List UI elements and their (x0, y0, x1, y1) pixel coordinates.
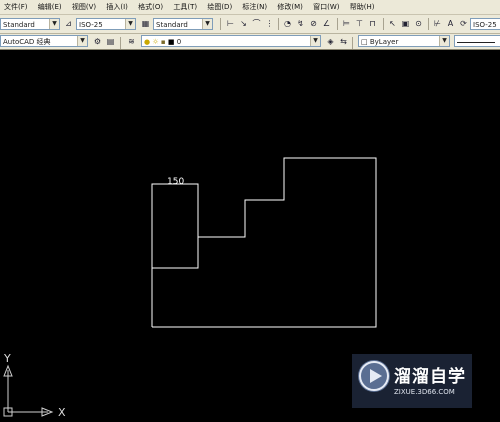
quick-dimension-icon[interactable]: ⊨ (341, 18, 352, 29)
layer-name: 0 (176, 38, 182, 46)
menu-bar: 文件(F) 编辑(E) 视图(V) 插入(I) 格式(O) 工具(T) 绘图(D… (0, 0, 500, 15)
color-swatch-icon: ■ (167, 38, 175, 46)
dim-style-combo-right[interactable]: ISO-25 (470, 18, 500, 30)
ucs-x-label: X (58, 406, 66, 419)
workspace-value: AutoCAD 经典 (3, 38, 51, 46)
toolbar-separator (337, 18, 338, 30)
radius-dimension-icon[interactable]: ◔ (282, 18, 293, 29)
save-workspace-icon[interactable]: ▤ (105, 36, 116, 47)
chevron-down-icon[interactable]: ▼ (310, 36, 320, 46)
toolbar-separator (220, 18, 221, 30)
table-style-value: Standard (156, 21, 188, 29)
text-style-combo[interactable]: Standard ▼ (0, 18, 60, 30)
continue-dimension-icon[interactable]: ⊓ (367, 18, 378, 29)
workspace-combo[interactable]: AutoCAD 经典 ▼ (0, 35, 88, 47)
dimension-text[interactable]: 150 (167, 177, 184, 187)
menu-file[interactable]: 文件(F) (0, 0, 32, 14)
menu-tools[interactable]: 工具(T) (169, 0, 201, 14)
dimension-edit-icon[interactable]: ⊬ (432, 18, 443, 29)
layer-previous-icon[interactable]: ⇆ (338, 36, 349, 47)
stepped-profile[interactable] (152, 157, 377, 328)
baseline-dimension-icon[interactable]: ⊤ (354, 18, 365, 29)
sun-icon: ☼ (152, 38, 159, 46)
dimension-style-icon[interactable]: ⊿ (63, 18, 74, 29)
menu-dimension[interactable]: 标注(N) (238, 0, 271, 14)
workspace-settings-icon[interactable]: ⚙ (92, 36, 103, 47)
watermark: 溜溜自学 ZIXUE.3D66.COM (352, 354, 472, 408)
toolbar-separator (120, 37, 121, 49)
toolbar-separator (352, 37, 353, 49)
linear-dimension-icon[interactable]: ⊢ (225, 18, 236, 29)
layers-toolbar: AutoCAD 经典 ▼ ⚙ ▤ ≋ ● ☼ ▪ ■ 0 ▼ ◈ ⇆ □ ByL… (0, 34, 500, 50)
chevron-down-icon[interactable]: ▼ (439, 36, 449, 46)
ucs-y-label: Y (4, 352, 11, 365)
menu-view[interactable]: 视图(V) (68, 0, 100, 14)
menu-format[interactable]: 格式(O) (134, 0, 167, 14)
chevron-down-icon[interactable]: ▼ (49, 19, 59, 29)
dimension-update-icon[interactable]: ⟳ (458, 18, 469, 29)
chevron-down-icon[interactable]: ▼ (125, 19, 135, 29)
watermark-title: 溜溜自学 (394, 367, 466, 387)
color-swatch-icon: □ (361, 38, 368, 46)
linetype-sample (457, 41, 495, 43)
styles-toolbar: Standard ▼ ⊿ ISO-25 ▼ ▦ Standard ▼ ⊢ ↘ ⌒… (0, 15, 500, 34)
jogged-dimension-icon[interactable]: ↯ (295, 18, 306, 29)
chevron-down-icon[interactable]: ▼ (77, 36, 87, 46)
toolbar-separator (383, 18, 384, 30)
play-logo-icon (358, 360, 390, 392)
toolbar-separator (428, 18, 429, 30)
angular-dimension-icon[interactable]: ∠ (321, 18, 332, 29)
watermark-subtitle: ZIXUE.3D66.COM (394, 388, 455, 396)
center-mark-icon[interactable]: ⊙ (413, 18, 424, 29)
chevron-down-icon[interactable]: ▼ (202, 19, 212, 29)
ucs-icon (3, 364, 54, 417)
menu-edit[interactable]: 编辑(E) (34, 0, 66, 14)
menu-window[interactable]: 窗口(W) (309, 0, 343, 14)
layer-combo[interactable]: ● ☼ ▪ ■ 0 ▼ (141, 35, 321, 47)
color-combo[interactable]: □ ByLayer ▼ (358, 35, 450, 47)
diameter-dimension-icon[interactable]: ⊘ (308, 18, 319, 29)
menu-insert[interactable]: 插入(I) (102, 0, 132, 14)
table-style-combo[interactable]: Standard ▼ (153, 18, 213, 30)
dim-style-value: ISO-25 (79, 21, 103, 29)
toolbar-separator (278, 18, 279, 30)
lock-icon: ▪ (160, 38, 166, 46)
dimension-text-edit-icon[interactable]: A (445, 18, 456, 29)
table-style-icon[interactable]: ▦ (140, 18, 151, 29)
leader-icon[interactable]: ↖ (387, 18, 398, 29)
make-current-layer-icon[interactable]: ◈ (325, 36, 336, 47)
tolerance-icon[interactable]: ▣ (400, 18, 411, 29)
left-rectangle[interactable] (151, 183, 199, 269)
lightbulb-icon: ● (144, 38, 151, 46)
ordinate-dimension-icon[interactable]: ⋮ (264, 18, 275, 29)
dim-style-right-value: ISO-25 (473, 21, 497, 29)
dim-style-combo[interactable]: ISO-25 ▼ (76, 18, 136, 30)
linetype-combo[interactable] (454, 35, 500, 47)
menu-modify[interactable]: 修改(M) (273, 0, 307, 14)
arc-length-icon[interactable]: ⌒ (251, 18, 262, 29)
text-style-value: Standard (3, 21, 35, 29)
menu-draw[interactable]: 绘图(D) (203, 0, 236, 14)
menu-help[interactable]: 帮助(H) (346, 0, 379, 14)
layer-manager-icon[interactable]: ≋ (126, 36, 137, 47)
color-value: ByLayer (369, 38, 399, 46)
aligned-dimension-icon[interactable]: ↘ (238, 18, 249, 29)
